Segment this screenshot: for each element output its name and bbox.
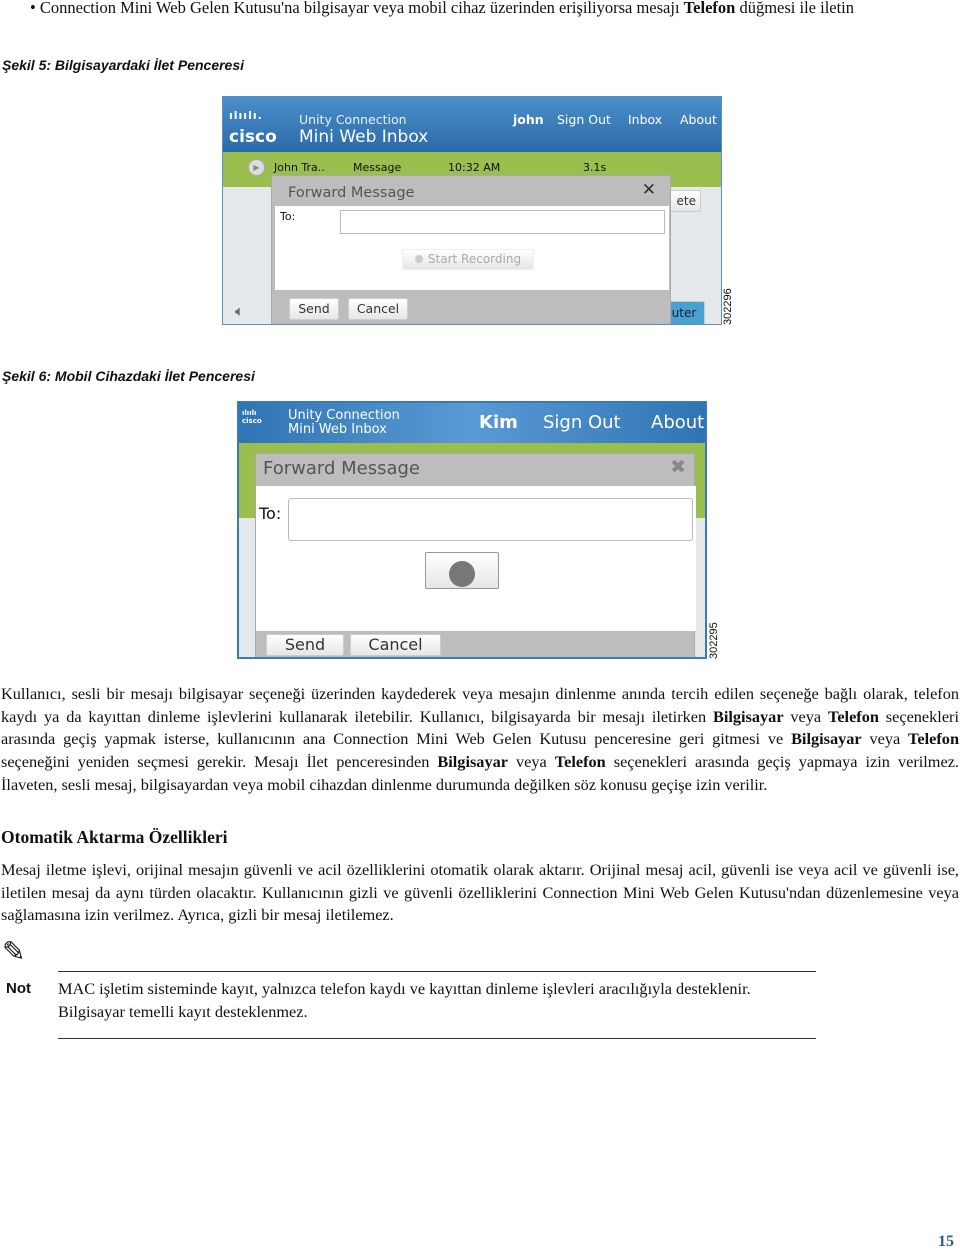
note-text: MAC işletim sisteminde kayıt, yalnızca t…: [58, 979, 751, 1021]
text-run: veya: [861, 729, 909, 749]
sign-out-link[interactable]: Sign Out: [557, 112, 611, 127]
time: 10:32 AM: [448, 161, 501, 174]
dialog-title: Forward Message: [263, 458, 420, 479]
cancel-button[interactable]: Cancel: [350, 634, 441, 656]
bold-term: Telefon: [827, 706, 879, 726]
forward-dialog: Forward Message ✕ To: Start Recording Se…: [271, 175, 671, 324]
figure5-screenshot: ılıılı. cisco Unity Connection Mini Web …: [222, 96, 722, 325]
note-label: Not: [6, 980, 31, 997]
about-link[interactable]: About: [651, 412, 704, 433]
to-input[interactable]: [288, 498, 693, 541]
note-divider-bottom: [58, 1038, 816, 1039]
figure6-screenshot: ılıılı cisco Unity Connection Mini Web Inb…: [237, 401, 707, 659]
paragraph-1: Kullanıcı, sesli bir mesajı bilgisayar s…: [1, 683, 959, 797]
bullet-bold: Telefon: [683, 0, 736, 17]
about-link[interactable]: About: [680, 112, 717, 127]
bold-term: Bilgisayar: [712, 706, 784, 726]
figure6-id: 302295: [708, 622, 720, 659]
app-header: ılıılı cisco Unity Connection Mini Web Inb…: [239, 403, 705, 443]
start-recording-button[interactable]: Start Recording: [402, 249, 534, 270]
product-name: Unity Connection Mini Web Inbox: [288, 408, 400, 437]
text-run: veya: [783, 706, 828, 726]
cisco-logo: ılıılı cisco: [242, 409, 262, 425]
text-run: seçeneğini yeniden seçmesi gerekir. Mesa…: [1, 752, 438, 772]
cancel-button[interactable]: Cancel: [348, 298, 408, 320]
pencil-note-icon: ✎: [2, 937, 26, 968]
type: Message: [353, 161, 402, 174]
record-label: Start Recording: [427, 252, 522, 266]
bold-term: Telefon: [554, 752, 606, 772]
sign-out-link[interactable]: Sign Out: [543, 412, 621, 433]
user-name: Kim: [479, 412, 518, 433]
bold-term: Telefon: [908, 729, 960, 749]
figure6-caption: Şekil 6: Mobil Cihazdaki İlet Penceresi: [2, 368, 255, 384]
figure5-id: 302296: [722, 288, 734, 325]
bullet-text: Connection Mini Web Gelen Kutusu'na bilg…: [39, 0, 684, 17]
forward-dialog: Forward Message ✖ To: Send Cancel: [255, 453, 696, 657]
sender: John Tra..: [274, 161, 325, 174]
to-input[interactable]: [340, 210, 665, 234]
inbox-link[interactable]: Inbox: [628, 112, 662, 127]
bold-term: Bilgisayar: [437, 752, 508, 772]
text-run: veya: [507, 752, 555, 772]
top-bullet: • Connection Mini Web Gelen Kutusu'na bi…: [30, 0, 855, 17]
send-button[interactable]: Send: [289, 298, 339, 320]
paragraph-2: Mesaj iletme işlevi, orijinal mesajın gü…: [1, 860, 959, 925]
bold-term: Bilgisayar: [791, 729, 862, 749]
close-icon[interactable]: ✖: [670, 456, 686, 478]
speaker-icon[interactable]: 🔈︎: [235, 302, 244, 320]
record-icon: [414, 255, 423, 263]
duration: 3.1s: [583, 161, 607, 174]
record-icon: [449, 561, 475, 587]
cisco-logo: cisco: [229, 127, 277, 147]
user-name: john: [513, 112, 544, 127]
to-label: To:: [259, 504, 282, 523]
record-button[interactable]: [425, 552, 499, 589]
bullet-text-end: düğmesi ile iletin: [735, 0, 855, 17]
page-number: 15: [938, 1233, 954, 1250]
product-line2: Mini Web Inbox: [299, 127, 429, 147]
close-icon[interactable]: ✕: [642, 180, 656, 200]
play-icon[interactable]: ▶: [248, 159, 265, 176]
product-line1: Unity Connection: [299, 112, 407, 127]
cisco-bars-icon: ılıılı.: [229, 109, 263, 122]
figure5-caption: Şekil 5: Bilgisayardaki İlet Penceresi: [2, 57, 245, 73]
app-header: ılıılı. cisco Unity Connection Mini Web …: [223, 97, 721, 152]
to-label: To:: [280, 210, 296, 223]
dialog-title: Forward Message: [288, 185, 415, 201]
note-divider-top: [58, 971, 816, 972]
section-heading: Otomatik Aktarma Özellikleri: [1, 827, 228, 847]
send-button[interactable]: Send: [266, 634, 344, 656]
